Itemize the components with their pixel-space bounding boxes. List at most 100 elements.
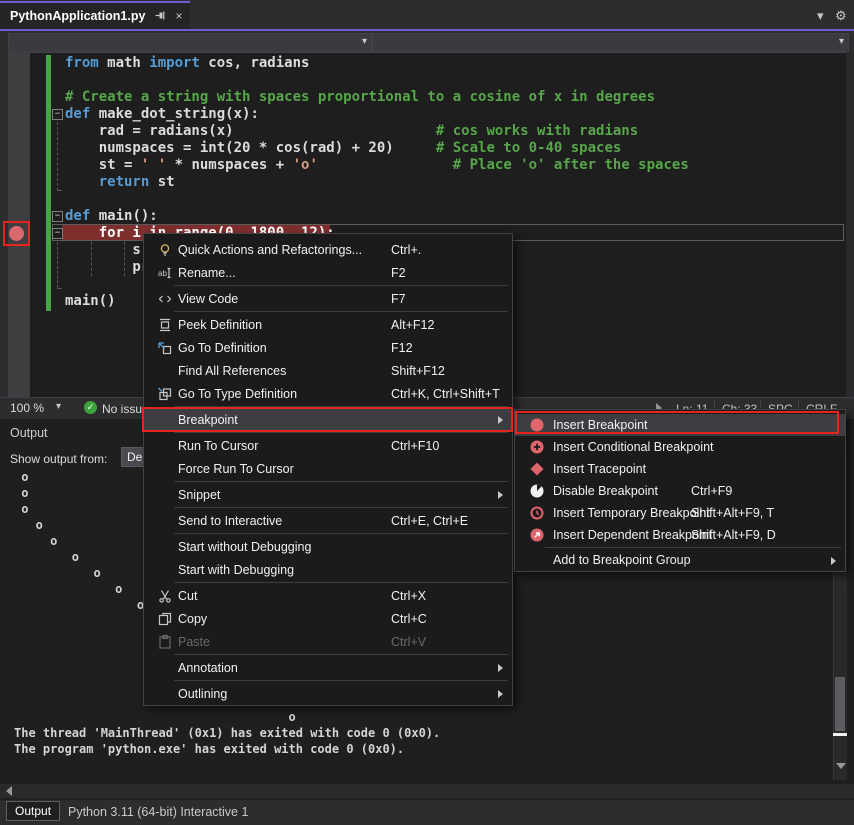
zoom-dropdown-icon[interactable]: ▾ [56, 401, 61, 412]
menu-item-outlining[interactable]: Outlining [144, 682, 512, 705]
editor-vertical-scrollbar[interactable] [846, 52, 854, 397]
zoom-level[interactable]: 100 % [10, 401, 44, 415]
code-line[interactable]: def main(): [65, 208, 689, 225]
menu-item-label: View Code [178, 292, 238, 306]
tab-python-interactive[interactable]: Python 3.11 (64-bit) Interactive 1 [68, 805, 248, 819]
menu-item-go-to-type-definition[interactable]: Go To Type DefinitionCtrl+K, Ctrl+Shift+… [144, 382, 512, 405]
code-line[interactable] [65, 191, 689, 208]
menu-icon-empty [152, 660, 178, 676]
submenu-arrow-icon [498, 690, 503, 698]
menu-item-insert-temporary-breakpoint[interactable]: Insert Temporary BreakpointShift+Alt+F9,… [515, 502, 845, 524]
scroll-left-arrow-icon[interactable] [6, 786, 12, 796]
menu-item-shortcut: Ctrl+E, Ctrl+E [391, 514, 468, 528]
menu-item-rename[interactable]: abRename...F2 [144, 261, 512, 284]
copy-icon [152, 611, 178, 627]
menu-item-label: Paste [178, 635, 210, 649]
menu-item-copy[interactable]: CopyCtrl+C [144, 607, 512, 630]
menu-item-label: Go To Type Definition [178, 387, 297, 401]
menu-icon-empty [152, 438, 178, 454]
project-dropdown[interactable]: ▾ [8, 33, 372, 53]
menu-item-start-with-debugging[interactable]: Start with Debugging [144, 558, 512, 581]
menu-item-label: Cut [178, 589, 197, 603]
menu-item-label: Insert Temporary Breakpoint [553, 506, 710, 520]
menu-item-shortcut: Alt+F12 [391, 318, 434, 332]
menu-item-label: Insert Tracepoint [553, 462, 646, 476]
menu-item-insert-dependent-breakpoint[interactable]: Insert Dependent BreakpointShift+Alt+F9,… [515, 524, 845, 546]
change-tracking-bar [46, 55, 51, 311]
menu-item-shortcut: F7 [391, 292, 406, 306]
menu-item-force-run-to-cursor[interactable]: Force Run To Cursor [144, 457, 512, 480]
fold-collapse-icon[interactable]: − [52, 211, 63, 222]
indent-guide [57, 122, 58, 191]
output-panel-title: Output [10, 426, 48, 440]
menu-item-label: Run To Cursor [178, 439, 258, 453]
disable-breakpoint-icon [521, 483, 553, 499]
menu-item-label: Annotation [178, 661, 238, 675]
fold-collapse-icon[interactable]: − [52, 109, 63, 120]
tab-output[interactable]: Output [6, 801, 60, 821]
visual-studio-window: PythonApplication1.py × ▾ ⚙ ▾ ▾ from mat… [0, 0, 854, 825]
cut-icon [152, 588, 178, 604]
annotation-rect-breakpoint-menu-item [142, 407, 513, 432]
pin-icon[interactable] [154, 9, 166, 24]
indent-guide-hook [57, 190, 62, 191]
indent-guide-hook [57, 288, 62, 289]
window-dropdown-icon[interactable]: ▾ [817, 8, 824, 24]
code-line[interactable]: return st [65, 174, 689, 191]
check-circle-icon: ✓ [84, 401, 97, 414]
menu-item-snippet[interactable]: Snippet [144, 483, 512, 506]
temporary-breakpoint-icon [521, 505, 553, 521]
menu-item-label: Find All References [178, 364, 286, 378]
menu-item-add-to-breakpoint-group[interactable]: Add to Breakpoint Group [515, 549, 845, 571]
menu-icon-empty [152, 487, 178, 503]
code-line[interactable]: numspaces = int(20 * cos(rad) + 20) # Sc… [65, 140, 689, 157]
menu-item-find-all-references[interactable]: Find All ReferencesShift+F12 [144, 359, 512, 382]
code-line[interactable]: from math import cos, radians [65, 55, 689, 72]
annotation-rect-insert-breakpoint-item [515, 411, 839, 434]
fold-collapse-icon[interactable]: − [52, 228, 63, 239]
output-horizontal-scrollbar[interactable] [0, 784, 854, 798]
menu-item-send-to-interactive[interactable]: Send to Interactive Ctrl+E, Ctrl+E [144, 509, 512, 532]
lightbulb-icon [152, 242, 178, 258]
menu-item-label: Rename... [178, 266, 236, 280]
paste-icon [152, 634, 178, 650]
conditional-breakpoint-icon [521, 439, 553, 455]
gear-icon[interactable]: ⚙ [835, 8, 847, 24]
menu-item-label: Add to Breakpoint Group [553, 553, 691, 567]
menu-item-shortcut: Ctrl+F9 [691, 484, 732, 498]
menu-item-cut[interactable]: CutCtrl+X [144, 584, 512, 607]
menu-item-run-to-cursor[interactable]: Run To CursorCtrl+F10 [144, 434, 512, 457]
menu-item-quick-actions-and-refactorings[interactable]: Quick Actions and Refactorings...Ctrl+. [144, 238, 512, 261]
close-icon[interactable]: × [175, 9, 182, 23]
submenu-arrow-icon [498, 491, 503, 499]
menu-item-annotation[interactable]: Annotation [144, 656, 512, 679]
code-line[interactable]: # Create a string with spaces proportion… [65, 89, 689, 106]
dependent-breakpoint-icon [521, 527, 553, 543]
menu-item-start-without-debugging[interactable]: Start without Debugging [144, 535, 512, 558]
tab-title: PythonApplication1.py [10, 9, 145, 23]
menu-item-view-code[interactable]: View Code F7 [144, 287, 512, 310]
member-dropdown[interactable]: ▾ [372, 33, 849, 53]
indent-guide [57, 242, 58, 288]
output-scrollbar-thumb[interactable] [835, 677, 845, 731]
menu-item-label: Insert Dependent Breakpoint [553, 528, 712, 542]
scroll-down-arrow-icon[interactable] [836, 763, 846, 769]
menu-item-label: Send to Interactive [178, 514, 282, 528]
document-well-accent-line [0, 29, 854, 31]
menu-item-label: Go To Definition [178, 341, 267, 355]
menu-item-label: Copy [178, 612, 207, 626]
code-line[interactable]: st = ' ' * numspaces + 'o' # Place 'o' a… [65, 157, 689, 174]
menu-item-insert-conditional-breakpoint[interactable]: Insert Conditional Breakpoint [515, 436, 845, 458]
menu-item-shortcut: Ctrl+. [391, 243, 421, 257]
menu-item-peek-definition[interactable]: Peek DefinitionAlt+F12 [144, 313, 512, 336]
tab-pythonapplication1[interactable]: PythonApplication1.py × [0, 3, 190, 29]
menu-item-go-to-definition[interactable]: Go To DefinitionF12 [144, 336, 512, 359]
menu-item-label: Start without Debugging [178, 540, 311, 554]
code-line[interactable] [65, 72, 689, 89]
menu-item-paste[interactable]: PasteCtrl+V [144, 630, 512, 653]
menu-item-disable-breakpoint[interactable]: Disable BreakpointCtrl+F9 [515, 480, 845, 502]
code-line[interactable]: def make_dot_string(x): [65, 106, 689, 123]
code-line[interactable]: rad = radians(x) # cos works with radian… [65, 123, 689, 140]
submenu-arrow-icon [831, 557, 836, 565]
menu-item-insert-tracepoint[interactable]: Insert Tracepoint [515, 458, 845, 480]
